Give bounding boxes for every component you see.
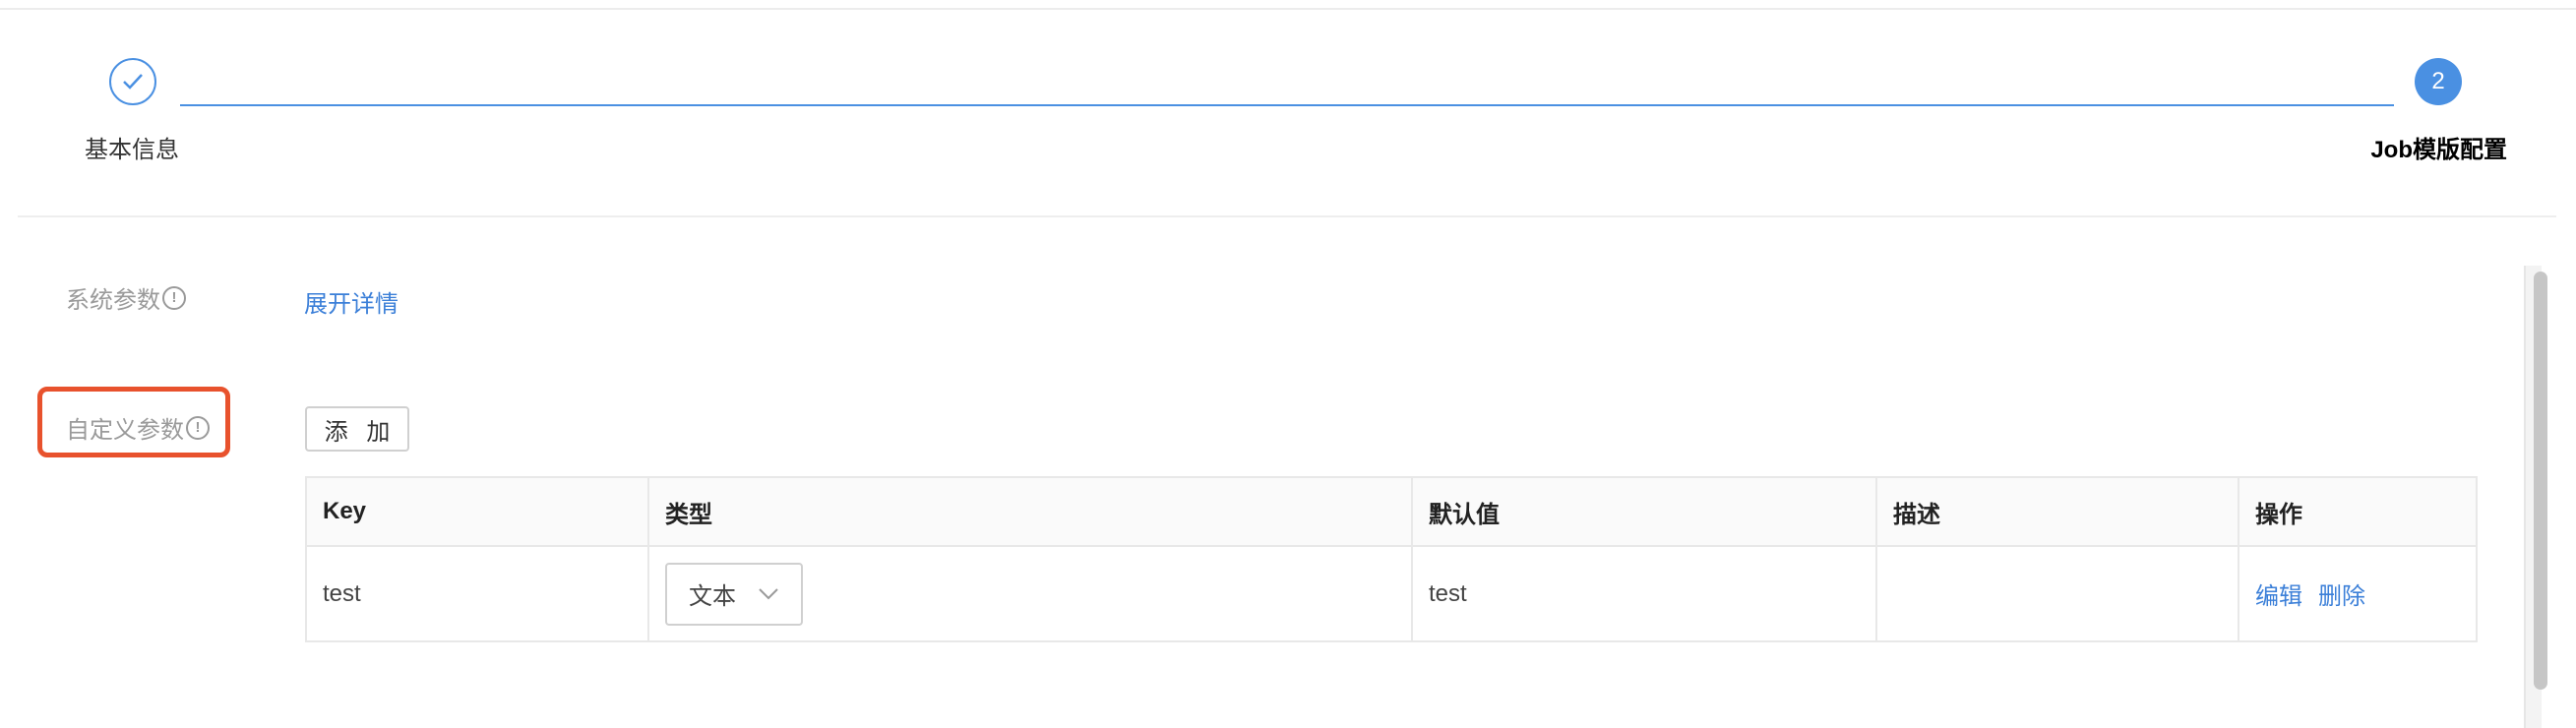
cell-description [1875, 545, 2239, 642]
info-icon[interactable]: ! [186, 415, 210, 440]
scrollbar-thumb[interactable] [2534, 272, 2547, 690]
type-select[interactable]: 文本 [665, 562, 803, 626]
custom-params-table: Key 类型 默认值 描述 操作 test 文本 test 编辑 删除 [305, 476, 2478, 642]
column-header-actions: 操作 [2238, 476, 2478, 547]
chevron-down-icon [759, 587, 778, 599]
table-header-row: Key 类型 默认值 描述 操作 [305, 476, 2478, 547]
type-select-value: 文本 [689, 583, 736, 610]
column-header-key: Key [305, 476, 649, 547]
custom-params-label-text: 自定义参数 [66, 417, 184, 444]
cell-default: test [1411, 545, 1877, 642]
page: 2 基本信息 Job模版配置 系统参数 ! 展开详情 自定义参数 ! 添 加 K… [0, 0, 2576, 728]
step-2-label: Job模版配置 [2370, 137, 2507, 163]
step-1-label: 基本信息 [85, 137, 179, 163]
system-params-label-text: 系统参数 [66, 287, 160, 314]
expand-details-link[interactable]: 展开详情 [304, 284, 399, 319]
column-header-description: 描述 [1875, 476, 2239, 547]
add-button[interactable]: 添 加 [305, 406, 409, 452]
column-header-type: 类型 [647, 476, 1413, 547]
info-icon[interactable]: ! [162, 285, 186, 310]
table-row: test 文本 test 编辑 删除 [305, 545, 2478, 642]
delete-link[interactable]: 删除 [2318, 583, 2365, 610]
section-divider [18, 215, 2556, 217]
cell-key: test [305, 545, 649, 642]
check-icon [123, 74, 143, 90]
column-header-default: 默认值 [1411, 476, 1877, 547]
cell-actions: 编辑 删除 [2238, 545, 2478, 642]
top-border [0, 8, 2576, 10]
cell-type: 文本 [647, 545, 1413, 642]
step-connector [180, 104, 2394, 106]
system-params-label: 系统参数 ! [66, 280, 186, 315]
edit-link[interactable]: 编辑 [2255, 583, 2302, 610]
step-2-circle: 2 [2415, 58, 2462, 105]
custom-params-label: 自定义参数 ! [66, 410, 210, 445]
step-1-circle [109, 58, 156, 105]
